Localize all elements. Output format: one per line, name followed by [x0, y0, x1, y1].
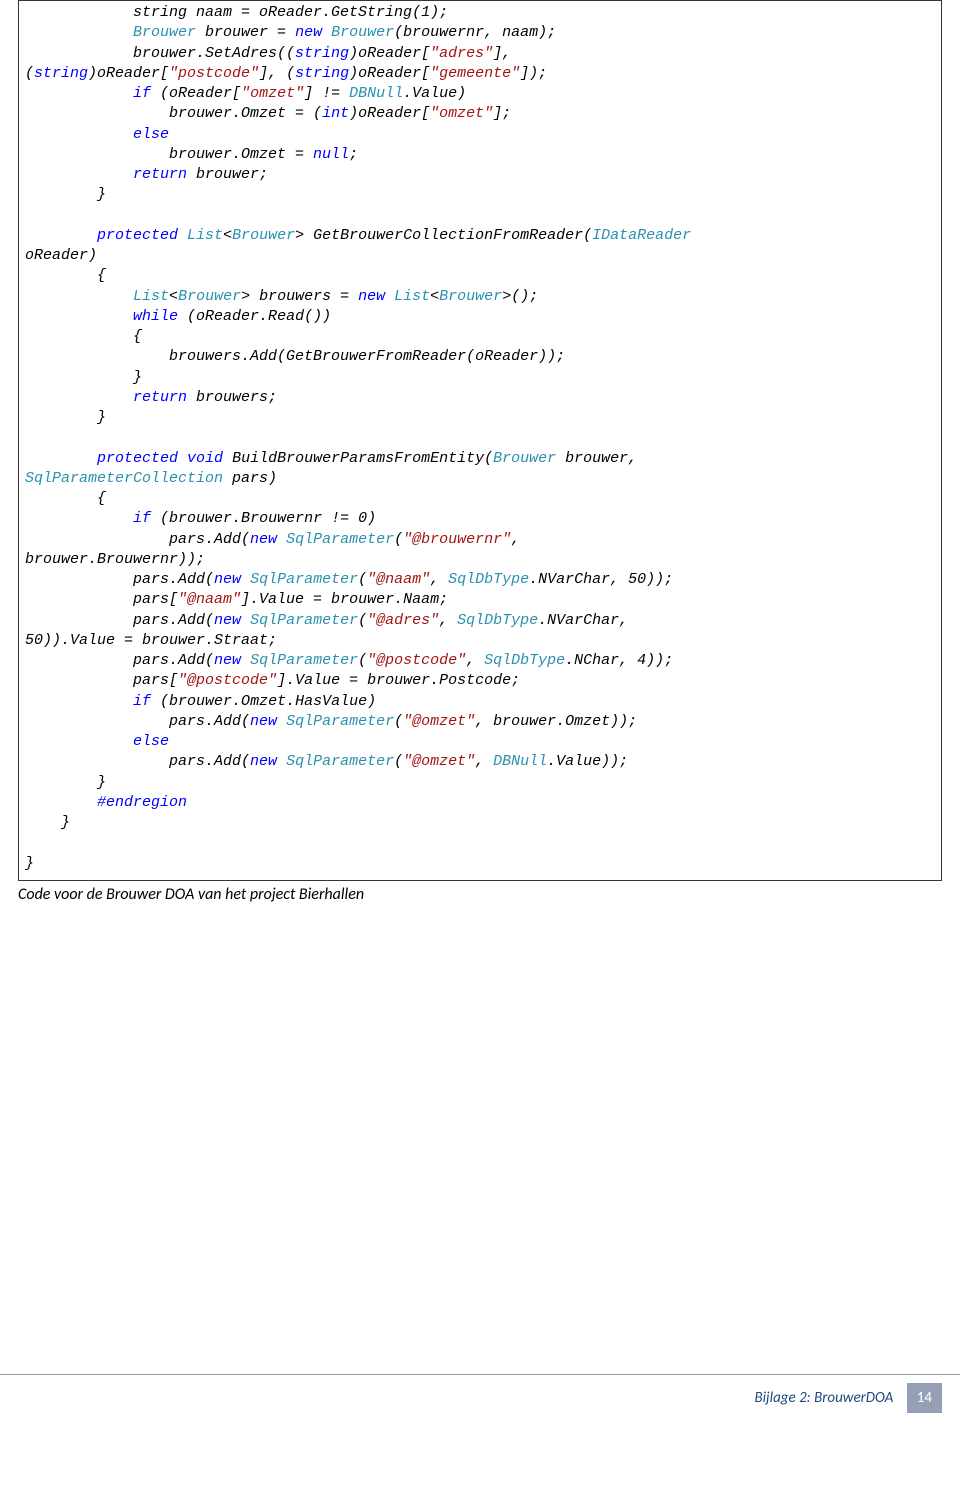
footer-label: Bijlage 2: BrouwerDOA: [754, 1389, 893, 1407]
code-caption: Code voor de Brouwer DOA van het project…: [18, 885, 960, 904]
page-number: 14: [907, 1383, 942, 1413]
code-line: string naam = oReader.GetString(1);: [25, 4, 448, 21]
page-footer: Bijlage 2: BrouwerDOA 14: [0, 1374, 960, 1413]
code-block: string naam = oReader.GetString(1); Brou…: [18, 0, 942, 881]
